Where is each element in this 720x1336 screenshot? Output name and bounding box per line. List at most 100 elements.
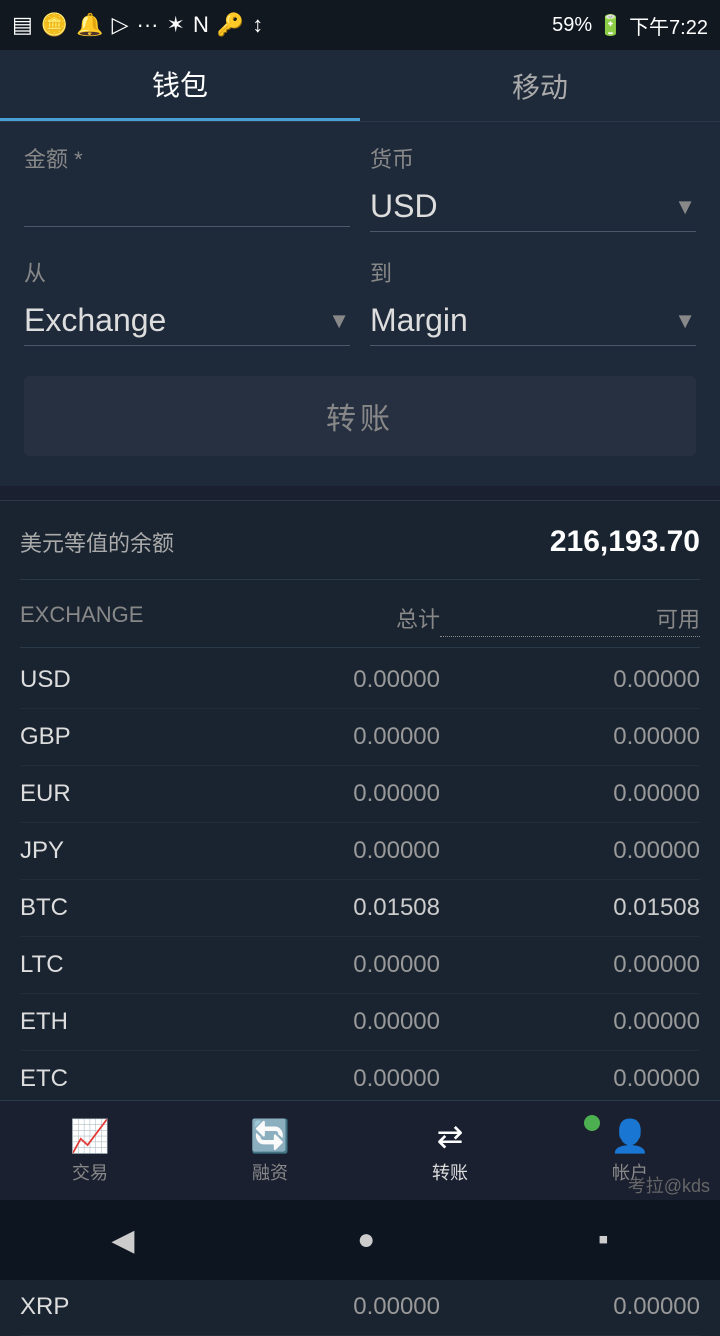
time-display: 下午7:22: [629, 11, 708, 40]
signal-icon: ↕: [252, 12, 263, 38]
amount-label: 金额 *: [24, 142, 350, 174]
bottom-nav: 📈 交易 🔄 融资 ⇄ 转账 👤 帐户: [0, 1100, 720, 1200]
divider: [20, 579, 700, 580]
status-icons-left: ▤ 🪙 🔔 ▷ ··· ✶ N 🔑 ↕: [12, 12, 263, 38]
online-indicator: [584, 1115, 600, 1131]
available-cell: 0.00000: [440, 780, 700, 808]
available-header: 可用: [440, 602, 700, 637]
total-cell: 0.00000: [180, 1008, 440, 1036]
back-button[interactable]: ◀: [111, 1223, 134, 1258]
section-label: EXCHANGE: [20, 602, 180, 637]
finance-icon: 🔄: [250, 1117, 290, 1155]
total-cell: 0.00000: [180, 780, 440, 808]
recents-button[interactable]: ▪: [598, 1223, 609, 1257]
available-cell: 0.00000: [440, 1008, 700, 1036]
currency-cell: ETC: [20, 1065, 180, 1093]
total-cell: 0.00000: [180, 666, 440, 694]
wallet-icon: 🪙: [41, 12, 68, 38]
table-row: GBP 0.00000 0.00000: [20, 709, 700, 766]
nav-trade[interactable]: 📈 交易: [0, 1101, 180, 1200]
available-cell: 0.00000: [440, 837, 700, 865]
total-cell: 0.00000: [180, 1293, 440, 1321]
currency-cell: XRP: [20, 1293, 180, 1321]
lock-icon: 🔑: [217, 12, 244, 38]
sim-icon: ▤: [12, 12, 33, 38]
form-row-top: 金额 * 货币 USD ▼: [24, 142, 696, 236]
table-row: LTC 0.00000 0.00000: [20, 937, 700, 994]
balance-row: 美元等值的余额 216,193.70: [20, 525, 700, 559]
transfer-button[interactable]: 转账: [24, 376, 696, 456]
table-header: EXCHANGE 总计 可用: [20, 588, 700, 648]
table-row: ETH 0.00000 0.00000: [20, 994, 700, 1051]
available-cell: 0.00000: [440, 723, 700, 751]
status-icons-right: 59% 🔋 下午7:22: [552, 11, 708, 40]
transfer-label: 转账: [432, 1159, 468, 1185]
amount-group: 金额 *: [24, 142, 350, 236]
to-select[interactable]: Margin ▼: [370, 296, 696, 346]
currency-cell: EUR: [20, 780, 180, 808]
system-nav: ◀ ● ▪: [0, 1200, 720, 1280]
table-row: BTC 0.01508 0.01508: [20, 880, 700, 937]
tab-move[interactable]: 移动: [360, 50, 720, 121]
nav-finance[interactable]: 🔄 融资: [180, 1101, 360, 1200]
bluetooth-icon: ✶: [167, 12, 185, 38]
currency-value: USD: [370, 188, 674, 225]
currency-cell: ETH: [20, 1008, 180, 1036]
from-select[interactable]: Exchange ▼: [24, 296, 350, 346]
account-icon: 👤: [610, 1117, 650, 1155]
from-label: 从: [24, 256, 350, 288]
available-cell: 0.00000: [440, 666, 700, 694]
to-dropdown-arrow: ▼: [674, 308, 696, 334]
table-row: XRP 0.00000 0.00000: [20, 1279, 700, 1336]
table-row: JPY 0.00000 0.00000: [20, 823, 700, 880]
currency-cell: BTC: [20, 894, 180, 922]
to-label: 到: [370, 256, 696, 288]
from-group: 从 Exchange ▼: [24, 256, 350, 346]
total-cell: 0.01508: [180, 894, 440, 922]
amount-input[interactable]: [24, 182, 350, 227]
available-cell: 0.01508: [440, 894, 700, 922]
currency-label: 货币: [370, 142, 696, 174]
transfer-form: 金额 * 货币 USD ▼ 从 Exchange ▼ 到 Margin ▼: [0, 122, 720, 486]
total-cell: 0.00000: [180, 837, 440, 865]
nav-transfer[interactable]: ⇄ 转账: [360, 1101, 540, 1200]
table-row: USD 0.00000 0.00000: [20, 652, 700, 709]
total-cell: 0.00000: [180, 951, 440, 979]
send-icon: ▷: [112, 12, 129, 38]
currency-dropdown-arrow: ▼: [674, 194, 696, 220]
trade-icon: 📈: [70, 1117, 110, 1155]
table-row: EUR 0.00000 0.00000: [20, 766, 700, 823]
battery-icon: 🔋: [598, 13, 623, 38]
total-cell: 0.00000: [180, 1065, 440, 1093]
tab-wallet[interactable]: 钱包: [0, 50, 360, 121]
from-value: Exchange: [24, 302, 328, 339]
currency-cell: LTC: [20, 951, 180, 979]
to-group: 到 Margin ▼: [370, 256, 696, 346]
bell-icon: 🔔: [76, 12, 103, 38]
currency-cell: GBP: [20, 723, 180, 751]
currency-group: 货币 USD ▼: [370, 142, 696, 232]
balance-label: 美元等值的余额: [20, 526, 174, 558]
finance-label: 融资: [252, 1159, 288, 1185]
form-row-from-to: 从 Exchange ▼ 到 Margin ▼: [24, 256, 696, 346]
currency-cell: JPY: [20, 837, 180, 865]
watermark: 考拉@kds: [628, 1172, 710, 1198]
to-value: Margin: [370, 302, 674, 339]
balance-value: 216,193.70: [550, 525, 700, 559]
available-cell: 0.00000: [440, 1293, 700, 1321]
home-button[interactable]: ●: [357, 1223, 375, 1257]
tab-bar: 钱包 移动: [0, 50, 720, 122]
battery-text: 59%: [552, 14, 592, 37]
total-header: 总计: [180, 602, 440, 637]
trade-label: 交易: [72, 1159, 108, 1185]
currency-cell: USD: [20, 666, 180, 694]
nfc-icon: N: [193, 12, 209, 38]
total-cell: 0.00000: [180, 723, 440, 751]
available-cell: 0.00000: [440, 1065, 700, 1093]
status-bar: ▤ 🪙 🔔 ▷ ··· ✶ N 🔑 ↕ 59% 🔋 下午7:22: [0, 0, 720, 50]
available-cell: 0.00000: [440, 951, 700, 979]
currency-select[interactable]: USD ▼: [370, 182, 696, 232]
transfer-icon: ⇄: [437, 1117, 464, 1155]
dots-icon: ···: [137, 12, 159, 38]
from-dropdown-arrow: ▼: [328, 308, 350, 334]
